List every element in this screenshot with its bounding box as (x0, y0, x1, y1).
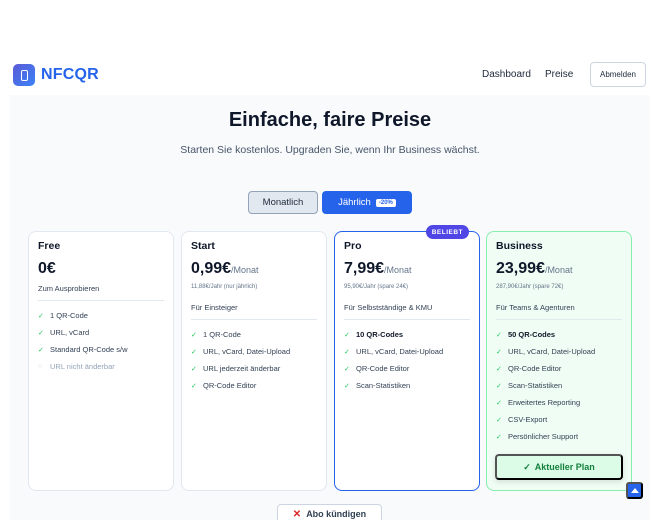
plan-name: Free (38, 240, 61, 252)
plan-price: 0,99€ /Monat (191, 260, 259, 278)
billing-monthly-label: Monatlich (262, 197, 304, 208)
check-icon: ✓ (496, 331, 502, 339)
check-icon: ✓ (496, 416, 502, 424)
arrow-up-icon (630, 488, 639, 493)
plan-price: 7,99€ /Monat (344, 260, 412, 278)
yearly-price-note: 11,88€/Jahr (nur jährlich) (191, 284, 258, 290)
yearly-price-note: 287,90€/Jahr (spare 72€) (496, 284, 564, 290)
feature-item: ✓ URL, vCard, Datei-Upload (496, 347, 596, 356)
page-subtitle: Starten Sie kostenlos. Upgraden Sie, wen… (180, 144, 480, 156)
scroll-to-top-button[interactable] (626, 482, 643, 499)
divider (38, 300, 164, 301)
feature-item: ✓ Scan-Statistiken (344, 381, 411, 390)
current-plan-button[interactable]: ✓ Aktueller Plan (495, 454, 623, 480)
divider (344, 319, 470, 320)
check-icon: ✓ (191, 331, 197, 339)
feature-item-excluded: ○ URL nicht änderbar (38, 362, 115, 371)
feature-list: ✓ 10 QR-Codes ✓ URL, vCard, Datei-Upload ✓… (344, 326, 443, 394)
feature-item: ✓ QR-Code Editor (191, 381, 257, 390)
popular-badge: BELIEBT (425, 225, 469, 239)
price-period: /Monat (231, 265, 259, 275)
check-icon: ✓ (191, 348, 197, 356)
feature-list: ✓ 1 QR-Code ✓ URL, vCard, Datei-Upload ✓ UR… (191, 326, 290, 394)
plan-card-business: Business 23,99€ /Monat 287,90€/Jahr (spa… (486, 231, 632, 491)
logo[interactable]: NFCQR (13, 64, 99, 86)
nav-link-preise[interactable]: Preise (545, 69, 573, 80)
feature-list: ✓ 1 QR-Code ✓ URL, vCard ✓ Standard QR-Code… (38, 307, 128, 375)
check-icon: ✓ (523, 461, 531, 472)
price-amount: 0,99€ (191, 260, 232, 277)
plan-name: Pro (344, 240, 362, 252)
plan-description: Für Teams & Agenturen (496, 303, 575, 312)
price-amount: 23,99€ (496, 260, 545, 277)
feature-item: ✓ URL, vCard, Datei-Upload (344, 347, 444, 356)
feature-item: ✓ Persönlicher Support (496, 432, 579, 441)
logo-text: NFCQR (41, 66, 99, 83)
cancel-subscription-button[interactable]: ✕ Abo kündigen (277, 504, 382, 520)
check-icon: ✓ (496, 348, 502, 356)
plan-card-start: Start 0,99€ /Monat 11,88€/Jahr (nur jähr… (181, 231, 327, 491)
discount-badge: -20% (375, 198, 396, 207)
feature-item: ✓ 1 QR-Code (191, 330, 241, 339)
check-icon: ✓ (38, 346, 44, 354)
close-icon: ✕ (292, 508, 302, 520)
check-icon: ✓ (344, 365, 350, 373)
price-amount: 7,99€ (344, 260, 385, 277)
plan-price: 23,99€ /Monat (496, 260, 572, 278)
feature-item: ✓ QR-Code Editor (344, 364, 410, 373)
dot-icon: ○ (38, 363, 43, 370)
check-icon: ✓ (496, 399, 502, 407)
price-period: /Monat (544, 265, 573, 275)
feature-item: ✓ URL jederzeit änderbar (191, 364, 281, 373)
page-title: Einfache, faire Preise (228, 109, 432, 131)
check-icon: ✓ (38, 329, 44, 337)
logout-button[interactable]: Abmelden (590, 62, 646, 87)
pricing-section: Einfache, faire Preise Starten Sie koste… (10, 95, 650, 520)
divider (191, 319, 317, 320)
yearly-price-note: 95,90€/Jahr (spare 24€) (344, 284, 409, 290)
feature-item: ✓ Standard QR-Code s/w (38, 345, 128, 354)
feature-item: ✓ Scan-Statistiken (496, 381, 563, 390)
plan-description: Für Selbstständige & KMU (344, 303, 433, 312)
plan-card-pro: BELIEBT Pro 7,99€ /Monat 95,90€/Jahr (sp… (334, 225, 480, 491)
feature-item: ✓ CSV-Export (496, 415, 548, 424)
price-period: /Monat (384, 265, 412, 275)
billing-toggle-monthly[interactable]: Monatlich (248, 191, 318, 214)
check-icon: ✓ (496, 365, 502, 373)
top-navbar: NFCQR Dashboard Preise Abmelden (0, 54, 660, 95)
feature-item: ✓ 10 QR-Codes (344, 330, 404, 339)
feature-item: ✓ QR-Code Editor (496, 364, 562, 373)
check-icon: ✓ (344, 331, 350, 339)
feature-item: ✓ URL, vCard (38, 328, 90, 337)
billing-toggle-yearly[interactable]: Jährlich -20% (322, 191, 412, 214)
phone-icon (13, 64, 35, 86)
check-icon: ✓ (191, 365, 197, 373)
current-plan-label: Aktueller Plan (534, 462, 595, 472)
billing-yearly-label: Jährlich (338, 197, 371, 208)
check-icon: ✓ (38, 312, 44, 320)
check-icon: ✓ (344, 382, 350, 390)
plan-description: Für Einsteiger (191, 303, 238, 312)
feature-item: ✓ URL, vCard, Datei-Upload (191, 347, 291, 356)
plan-name: Start (191, 240, 215, 252)
cancel-label: Abo kündigen (306, 509, 367, 519)
nav-link-dashboard[interactable]: Dashboard (482, 69, 531, 80)
feature-item: ✓ 50 QR-Codes (496, 330, 556, 339)
feature-list: ✓ 50 QR-Codes ✓ URL, vCard, Datei-Upload ✓… (496, 326, 595, 445)
check-icon: ✓ (191, 382, 197, 390)
plan-price: 0€ (38, 260, 56, 278)
plan-description: Zum Ausprobieren (38, 284, 100, 293)
price-amount: 0€ (38, 260, 56, 277)
check-icon: ✓ (344, 348, 350, 356)
check-icon: ✓ (496, 433, 502, 441)
feature-item: ✓ 1 QR-Code (38, 311, 88, 320)
feature-item: ✓ Erweitertes Reporting (496, 398, 581, 407)
check-icon: ✓ (496, 382, 502, 390)
plan-name: Business (496, 240, 543, 252)
plan-card-free: Free 0€ Zum Ausprobieren ✓ 1 QR-Code ✓ URL… (28, 231, 174, 491)
divider (496, 319, 622, 320)
